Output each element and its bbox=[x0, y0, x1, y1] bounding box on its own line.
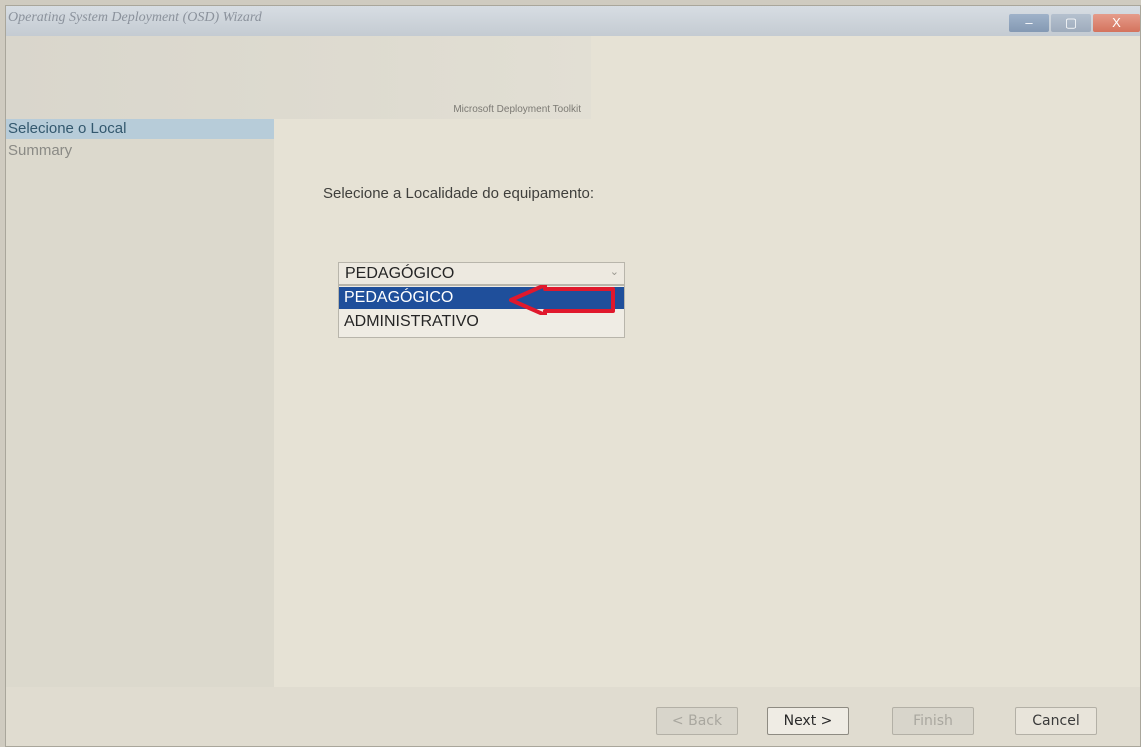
sidebar-item-summary[interactable]: Summary bbox=[6, 141, 274, 161]
chevron-down-icon[interactable]: ⌄ bbox=[610, 265, 619, 278]
header-banner: Microsoft Deployment Toolkit bbox=[6, 36, 591, 119]
red-arrow-annotation bbox=[509, 285, 615, 315]
minimize-icon: – bbox=[1025, 15, 1033, 30]
selected-value: PEDAGÓGICO bbox=[345, 265, 455, 282]
window-title: Operating System Deployment (OSD) Wizard bbox=[8, 10, 262, 25]
prompt-label: Selecione a Localidade do equipamento: bbox=[323, 185, 595, 202]
title-bar: Operating System Deployment (OSD) Wizard… bbox=[6, 6, 1140, 36]
location-combobox[interactable]: PEDAGÓGICO ⌄ PEDAGÓGICO ADMINISTRATIVO bbox=[338, 262, 625, 338]
close-button[interactable]: X bbox=[1093, 14, 1140, 32]
next-button[interactable]: Next > bbox=[767, 707, 849, 735]
finish-button[interactable]: Finish bbox=[892, 707, 974, 735]
banner-text: Microsoft Deployment Toolkit bbox=[453, 104, 581, 115]
wizard-window: Operating System Deployment (OSD) Wizard… bbox=[6, 6, 1140, 746]
header-banner-right bbox=[591, 36, 1140, 119]
maximize-icon: ▢ bbox=[1064, 15, 1078, 30]
minimize-button[interactable]: – bbox=[1009, 14, 1049, 32]
maximize-button[interactable]: ▢ bbox=[1051, 14, 1091, 32]
button-bar: < Back Next > Finish Cancel bbox=[6, 687, 1140, 746]
wizard-steps-sidebar: Selecione o Local Summary bbox=[6, 119, 274, 687]
location-select[interactable]: PEDAGÓGICO ⌄ bbox=[338, 262, 625, 285]
close-icon: X bbox=[1112, 15, 1121, 30]
sidebar-item-selecione-o-local[interactable]: Selecione o Local bbox=[6, 119, 274, 139]
cancel-button[interactable]: Cancel bbox=[1015, 707, 1097, 735]
back-button[interactable]: < Back bbox=[656, 707, 738, 735]
wizard-content: Selecione a Localidade do equipamento: P… bbox=[274, 119, 1140, 687]
